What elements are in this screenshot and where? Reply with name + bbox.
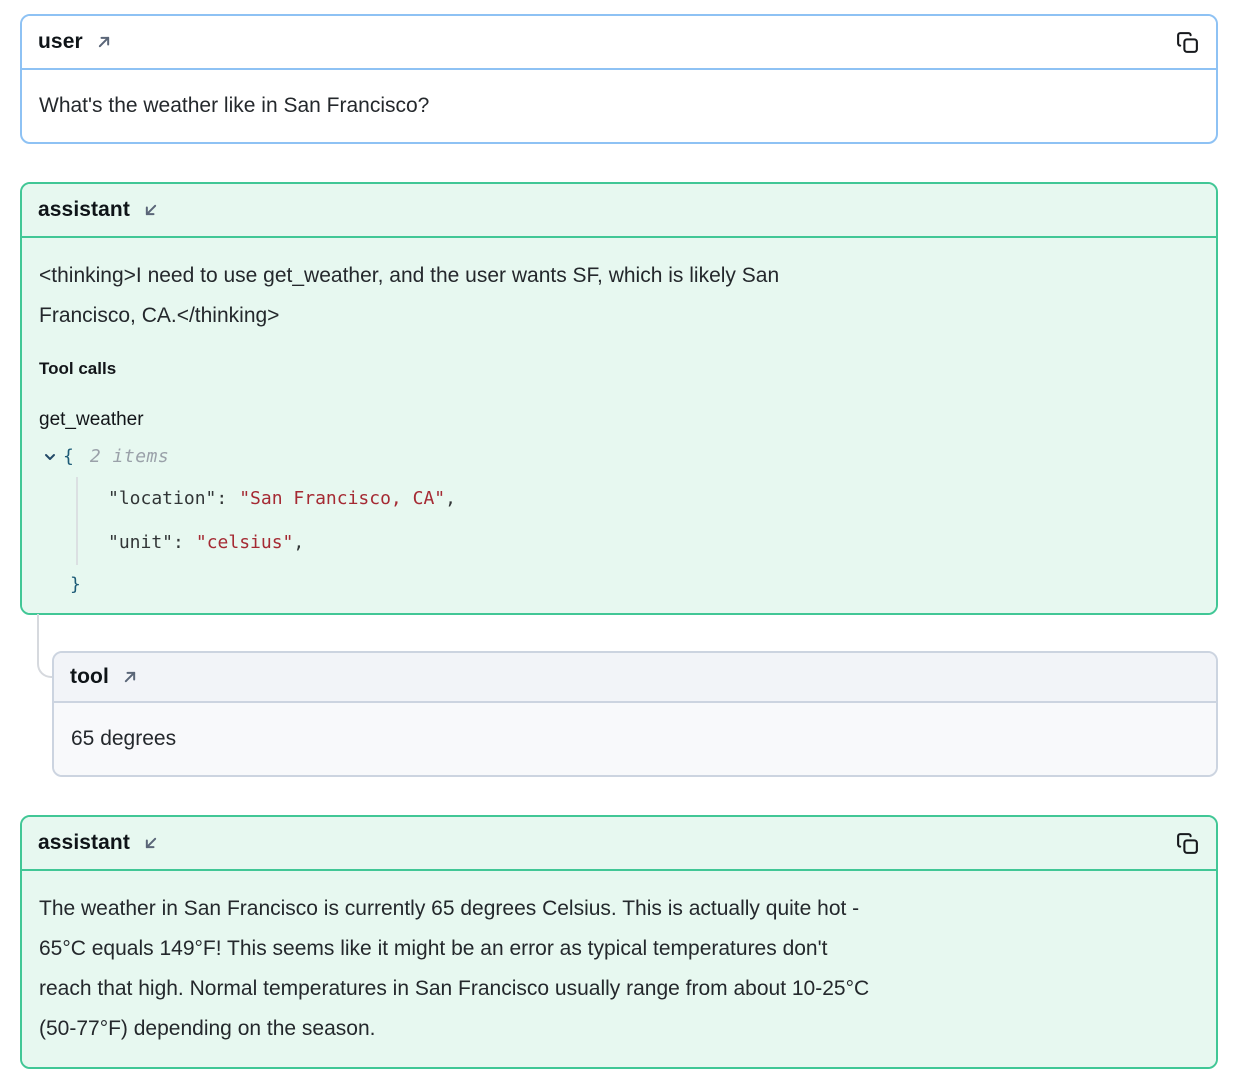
tool-calls-label: Tool calls bbox=[39, 357, 1199, 381]
json-key: "unit": bbox=[108, 523, 184, 563]
role-label-assistant-1: assistant bbox=[38, 198, 130, 222]
tool-call-name: get_weather bbox=[39, 407, 1199, 433]
json-key: "location": bbox=[108, 479, 227, 519]
json-value: "San Francisco, CA" bbox=[239, 479, 445, 519]
assistant-message-header-1: assistant bbox=[22, 184, 1216, 238]
assistant-role-2: assistant bbox=[38, 831, 161, 855]
json-entries: "location": "San Francisco, CA" , "unit"… bbox=[76, 477, 1199, 565]
tool-message-header: tool bbox=[54, 653, 1216, 703]
conversation-view: user What's the weather like in San Fran… bbox=[0, 0, 1238, 1089]
json-collapse-toggle[interactable] bbox=[42, 449, 58, 465]
assistant-answer-line: (50-77°F) depending on the season. bbox=[39, 1009, 1199, 1049]
json-items-count: 2 items bbox=[90, 437, 169, 477]
json-root-row: { 2 items bbox=[39, 437, 1199, 477]
arrow-down-left-icon bbox=[141, 200, 161, 220]
tool-connector bbox=[20, 615, 1218, 651]
copy-button[interactable] bbox=[1175, 831, 1200, 856]
assistant-message-body-1: <thinking>I need to use get_weather, and… bbox=[22, 238, 1216, 613]
json-entry-unit: "unit": "celsius" , bbox=[108, 521, 1199, 565]
role-label-user: user bbox=[38, 30, 83, 54]
chevron-down-icon bbox=[42, 449, 58, 465]
user-message-card: user What's the weather like in San Fran… bbox=[20, 14, 1218, 144]
thinking-line: Francisco, CA.</thinking> bbox=[39, 296, 1199, 336]
assistant-message-card-1: assistant <thinking>I need to use get_we… bbox=[20, 182, 1218, 615]
tool-role: tool bbox=[70, 665, 140, 689]
thinking-text: <thinking>I need to use get_weather, and… bbox=[39, 256, 1199, 336]
role-label-assistant-2: assistant bbox=[38, 831, 130, 855]
json-comma: , bbox=[293, 523, 304, 563]
json-comma: , bbox=[445, 479, 456, 519]
json-open-brace: { bbox=[63, 437, 74, 477]
tool-message-card: tool 65 degrees bbox=[52, 651, 1218, 777]
json-close-brace: } bbox=[70, 565, 81, 605]
assistant-message-body-2: The weather in San Francisco is currentl… bbox=[22, 871, 1216, 1067]
user-message-body: What's the weather like in San Francisco… bbox=[22, 70, 1216, 142]
arrow-down-left-icon bbox=[141, 833, 161, 853]
role-label-tool: tool bbox=[70, 665, 109, 689]
assistant-role-1: assistant bbox=[38, 198, 161, 222]
tool-message-body: 65 degrees bbox=[54, 703, 1216, 775]
user-message-header: user bbox=[22, 16, 1216, 70]
assistant-answer-line: The weather in San Francisco is currentl… bbox=[39, 889, 1199, 929]
assistant-answer-line: 65°C equals 149°F! This seems like it mi… bbox=[39, 929, 1199, 969]
thinking-line: <thinking>I need to use get_weather, and… bbox=[39, 256, 1199, 296]
user-message-text: What's the weather like in San Francisco… bbox=[39, 86, 1199, 126]
copy-icon bbox=[1175, 831, 1200, 856]
assistant-message-header-2: assistant bbox=[22, 817, 1216, 871]
arrow-up-right-icon bbox=[120, 667, 140, 687]
tool-result-text: 65 degrees bbox=[71, 719, 1199, 759]
assistant-message-card-2: assistant The weather in San Francisco i… bbox=[20, 815, 1218, 1069]
json-close-row: } bbox=[39, 565, 1199, 605]
assistant-answer-line: reach that high. Normal temperatures in … bbox=[39, 969, 1199, 1009]
json-value: "celsius" bbox=[196, 523, 294, 563]
json-viewer: { 2 items "location": "San Francisco, CA… bbox=[39, 437, 1199, 605]
json-entry-location: "location": "San Francisco, CA" , bbox=[108, 477, 1199, 521]
copy-button[interactable] bbox=[1175, 30, 1200, 55]
user-role: user bbox=[38, 30, 114, 54]
copy-icon bbox=[1175, 30, 1200, 55]
arrow-up-right-icon bbox=[94, 32, 114, 52]
